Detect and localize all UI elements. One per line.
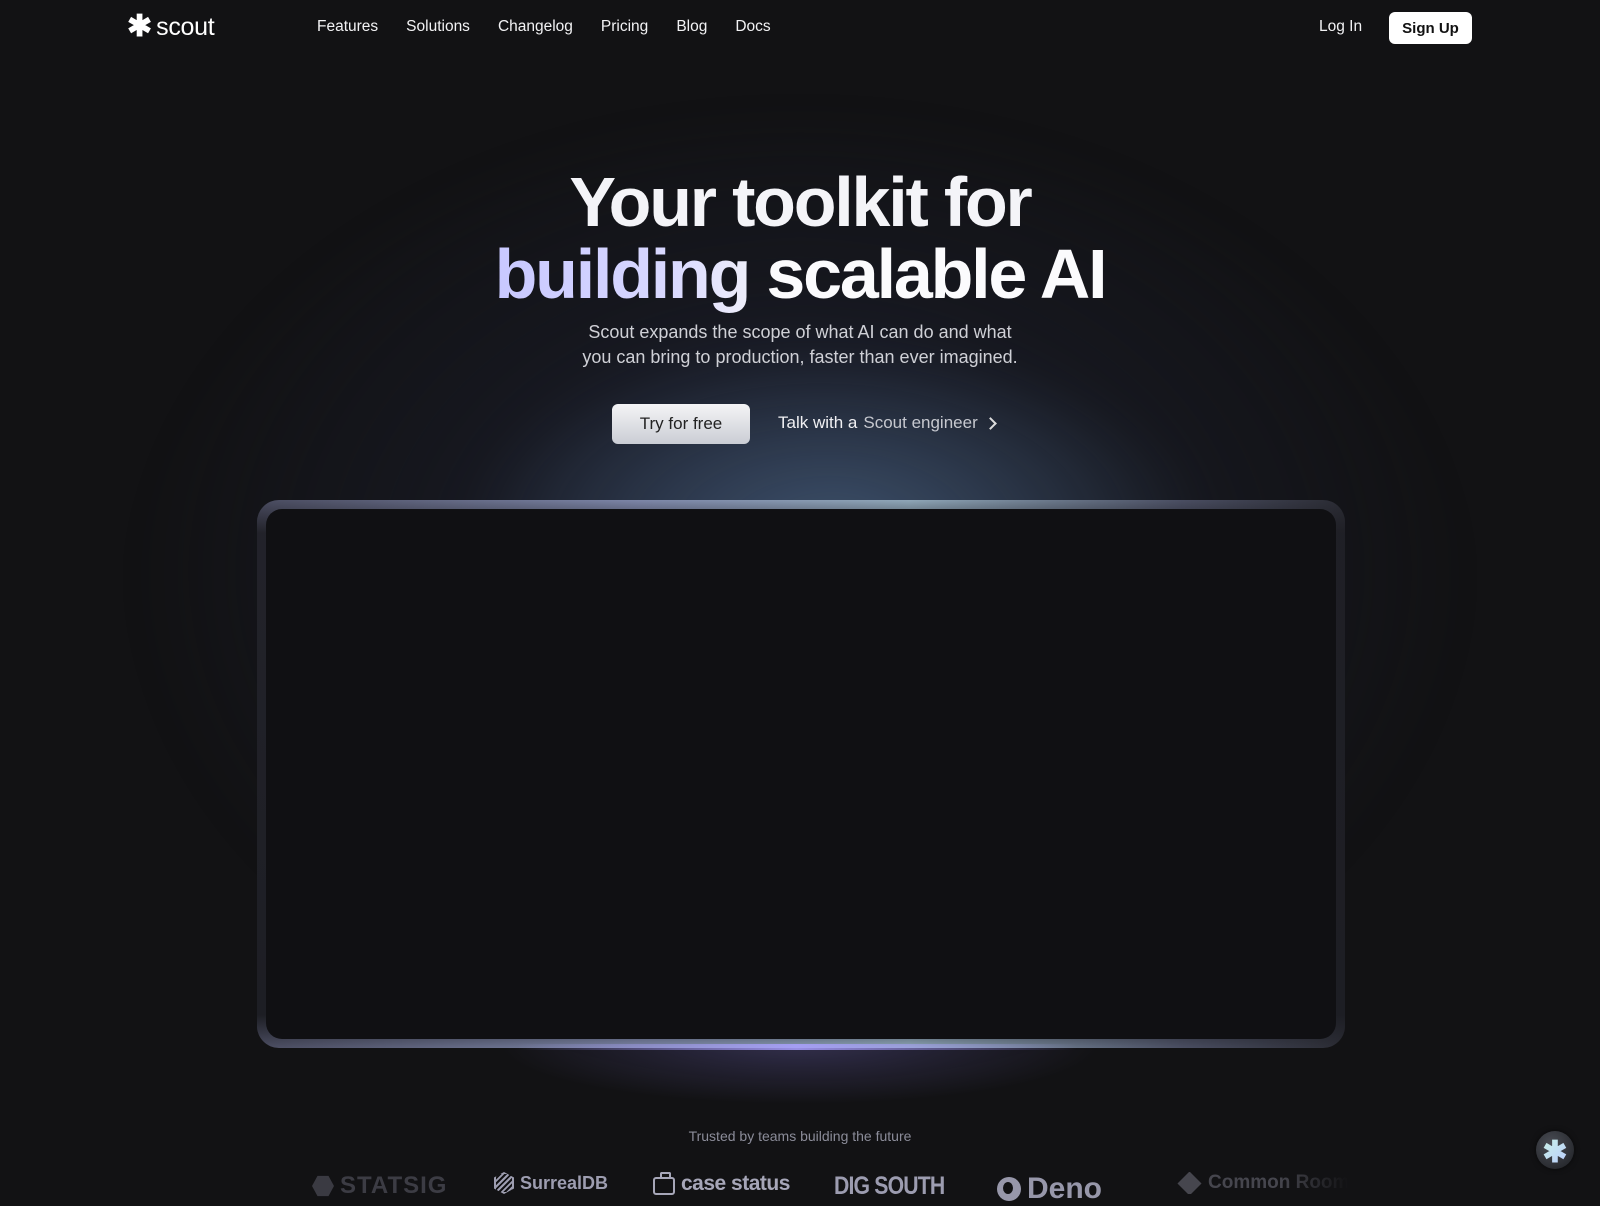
hero-title-accent: building — [494, 235, 752, 313]
hero-title: Your toolkit for building scalable AI — [0, 166, 1600, 310]
top-navigation: ✱ scout Features Solutions Changelog Pri… — [0, 0, 1600, 56]
logo-dig-south-text: DIG SOUTH — [834, 1172, 945, 1200]
briefcase-icon — [653, 1172, 675, 1195]
try-for-free-button[interactable]: Try for free — [612, 404, 750, 444]
hero-title-line2: building scalable AI — [0, 238, 1600, 310]
hero-subtitle-line2: you can bring to production, faster than… — [582, 347, 1018, 367]
asterisk-icon: ✱ — [127, 10, 153, 43]
trusted-by-label: Trusted by teams building the future — [688, 1128, 912, 1144]
surrealdb-cube-icon — [494, 1172, 514, 1194]
hero-subtitle: Scout expands the scope of what AI can d… — [0, 320, 1600, 370]
logo-common-room: Common Room — [1177, 1170, 1350, 1196]
logo-common-room-text: Common Room — [1208, 1172, 1350, 1193]
nav-link-blog[interactable]: Blog — [676, 18, 707, 36]
cta-secondary-text-b: Scout engineer — [863, 413, 978, 432]
hero-title-line1: Your toolkit for — [569, 163, 1032, 241]
logo-wordmark: scout — [156, 13, 215, 41]
frame-bottom-highlight — [517, 1044, 1077, 1050]
nav-links: Features Solutions Changelog Pricing Blo… — [317, 18, 771, 36]
cta-secondary-text-a: Talk with a — [778, 413, 858, 432]
talk-with-engineer-link[interactable]: Talk with a Scout engineer — [778, 413, 997, 433]
chevron-right-icon — [983, 416, 997, 430]
logo-case-status-text: case status — [681, 1172, 790, 1195]
nav-link-pricing[interactable]: Pricing — [601, 18, 648, 36]
logo-link[interactable]: ✱ scout — [127, 10, 215, 43]
nav-link-docs[interactable]: Docs — [735, 18, 770, 36]
signup-button[interactable]: Sign Up — [1389, 12, 1472, 44]
logo-surrealdb-text: SurrealDB — [520, 1172, 609, 1193]
logo-dig-south: DIG SOUTH — [834, 1172, 945, 1201]
statsig-hexagon-icon — [312, 1175, 334, 1197]
nav-link-solutions[interactable]: Solutions — [406, 18, 470, 36]
login-link[interactable]: Log In — [1319, 18, 1362, 36]
logo-statsig: STATSIG — [312, 1172, 447, 1200]
product-preview-frame — [257, 500, 1345, 1050]
hero-title-rest: scalable AI — [766, 235, 1107, 313]
asterisk-icon: ✱ — [1542, 1136, 1568, 1169]
logo-statsig-text: STATSIG — [340, 1172, 448, 1199]
logo-deno: Deno — [997, 1172, 1102, 1206]
nav-link-features[interactable]: Features — [317, 18, 378, 36]
logo-case-status: case status — [653, 1172, 790, 1196]
product-preview-screen — [266, 509, 1336, 1039]
hero-subtitle-line1: Scout expands the scope of what AI can d… — [588, 322, 1012, 342]
logo-deno-text: Deno — [1027, 1172, 1102, 1205]
diamond-icon — [1177, 1170, 1202, 1196]
logo-surrealdb: SurrealDB — [494, 1172, 608, 1194]
deno-dinosaur-icon — [997, 1177, 1021, 1201]
chat-widget-button[interactable]: ✱ — [1536, 1131, 1574, 1169]
nav-link-changelog[interactable]: Changelog — [498, 18, 573, 36]
